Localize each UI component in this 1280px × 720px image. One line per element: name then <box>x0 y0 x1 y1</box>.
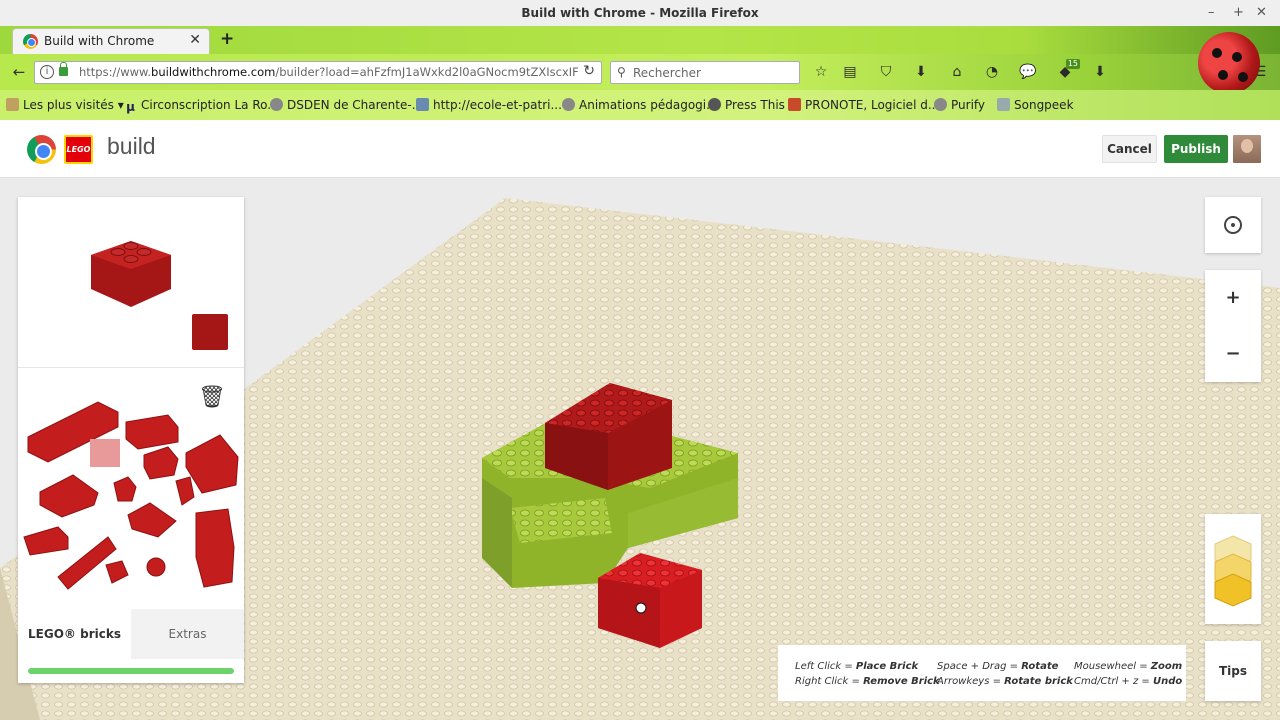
build-with-chrome-page: LEGO build Cancel Publish 🗑 LEGO® bricks… <box>0 120 1280 720</box>
avatar[interactable] <box>1233 135 1261 163</box>
brick-1x1-square <box>113 476 137 502</box>
zoom-controls: + − <box>1205 270 1261 382</box>
brick-stack-button[interactable] <box>1205 514 1261 624</box>
brick-palette[interactable] <box>18 397 244 597</box>
tab-extras[interactable]: Extras <box>131 609 244 659</box>
reading-list-icon[interactable]: ▤ <box>840 62 860 82</box>
tab-bar: Build with Chrome ✕ + <box>0 26 1280 54</box>
bookmark-item[interactable]: PRONOTE, Logiciel d... <box>788 98 939 112</box>
reload-icon[interactable]: ↻ <box>583 63 595 79</box>
brick-panel: 🗑 LEGO® bricks Extras <box>18 197 244 683</box>
bookmark-item[interactable]: http://ecole-et-patri... <box>416 98 562 112</box>
extension-badge: 15 <box>1065 59 1080 69</box>
brick-4x6 <box>195 508 235 588</box>
home-icon[interactable]: ⌂ <box>947 62 967 82</box>
chrome-logo-icon <box>27 135 56 164</box>
pronote-icon <box>788 98 801 111</box>
reset-view-icon <box>1224 216 1242 234</box>
info-icon[interactable]: i <box>40 65 54 79</box>
lock-icon <box>59 62 68 76</box>
tab-build-with-chrome[interactable]: Build with Chrome ✕ <box>12 28 210 54</box>
brick-2x2 <box>143 446 179 480</box>
tab-label: Build with Chrome <box>44 34 155 48</box>
help-column-rotate: Space + Drag = Rotate Arrowkeys = Rotate… <box>937 661 1073 687</box>
globe-icon <box>270 98 283 111</box>
zoom-out-button[interactable]: − <box>1205 326 1261 382</box>
brick-2x4 <box>125 414 179 450</box>
brick-2x3 <box>39 474 99 518</box>
new-tab-icon[interactable]: + <box>220 29 234 49</box>
hand-cursor-icon <box>635 602 647 614</box>
bookmark-item[interactable]: Animations pédagogi... <box>562 98 718 112</box>
brick-1x1-plate <box>105 560 129 584</box>
ladybug-theme-decoration <box>1198 32 1260 94</box>
chat-icon[interactable]: 💬 <box>1018 62 1038 82</box>
image-icon <box>416 98 429 111</box>
bookmarks-toolbar: Les plus visités ▾ µ Circonscription La R… <box>0 90 1280 120</box>
url-text[interactable]: https://www.buildwithchrome.com/builder?… <box>79 65 579 79</box>
app-title: build <box>107 133 156 159</box>
zoom-in-button[interactable]: + <box>1205 270 1261 326</box>
window-title: Build with Chrome - Mozilla Firefox <box>521 6 759 20</box>
cancel-button[interactable]: Cancel <box>1102 135 1157 163</box>
close-window-icon[interactable]: ✕ <box>1256 0 1267 26</box>
publish-button[interactable]: Publish <box>1164 135 1228 163</box>
progress-bar <box>28 668 234 674</box>
progress-fill <box>28 668 234 674</box>
download-arrow-icon[interactable]: ⬇ <box>911 62 931 82</box>
search-placeholder: Rechercher <box>633 66 701 80</box>
panel-tabs: LEGO® bricks Extras <box>18 609 244 659</box>
wordpress-icon <box>708 98 721 111</box>
pocket-icon[interactable]: ⛉ <box>876 62 896 82</box>
gear-icon <box>6 98 19 111</box>
bookmark-item[interactable]: Songpeek <box>997 98 1074 112</box>
search-box[interactable]: ⚲ Rechercher <box>610 61 800 84</box>
help-column-mouse: Left Click = Place Brick Right Click = R… <box>795 661 940 687</box>
color-swatch[interactable] <box>192 314 228 350</box>
help-column-zoom-undo: Mousewheel = Zoom Cmd/Ctrl + z = Undo <box>1074 661 1183 687</box>
extension-icon[interactable]: ◆ 15 <box>1055 59 1080 82</box>
bookmark-item[interactable]: DSDEN de Charente-... <box>270 98 423 112</box>
brick-plate-2x2 <box>127 502 177 538</box>
app-header: LEGO build Cancel Publish <box>0 120 1280 178</box>
bookmark-item[interactable]: Purify <box>934 98 985 112</box>
music-icon <box>997 98 1010 111</box>
bookmark-item[interactable]: Les plus visités ▾ <box>6 98 124 112</box>
tab-lego-bricks[interactable]: LEGO® bricks <box>18 609 131 659</box>
brick-stack-icon <box>1214 535 1252 607</box>
reset-view-button[interactable] <box>1205 197 1261 253</box>
bookmark-star-icon[interactable]: ☆ <box>811 62 831 82</box>
downloads-icon[interactable]: ⬇ <box>1090 62 1110 82</box>
globe-icon <box>562 98 575 111</box>
brick-1x2-round <box>175 476 195 506</box>
tips-button[interactable]: Tips <box>1205 641 1261 701</box>
minimize-icon[interactable]: – <box>1208 0 1215 26</box>
chrome-favicon-icon <box>23 34 38 49</box>
brick-2x6 <box>185 434 239 494</box>
navigation-toolbar: ← i https://www.buildwithchrome.com/buil… <box>0 32 1280 94</box>
controls-help-box: Left Click = Place Brick Right Click = R… <box>778 645 1186 701</box>
mu-icon: µ <box>126 100 135 114</box>
bookmark-item[interactable]: µ Circonscription La Ro... <box>124 98 279 114</box>
brick-1x3 <box>23 526 69 556</box>
back-icon[interactable]: ← <box>8 61 30 83</box>
search-icon: ⚲ <box>617 65 626 79</box>
tab-close-icon[interactable]: ✕ <box>189 32 201 48</box>
window-titlebar: Build with Chrome - Mozilla Firefox – + … <box>0 0 1280 26</box>
panel-divider <box>18 367 244 368</box>
address-bar[interactable]: i https://www.buildwithchrome.com/builde… <box>34 61 602 84</box>
brick-round-1x1 <box>146 557 166 577</box>
history-icon[interactable]: ◔ <box>982 62 1002 82</box>
globe-icon <box>934 98 947 111</box>
bookmark-item[interactable]: Press This <box>708 98 785 112</box>
lego-logo: LEGO <box>64 135 93 164</box>
maximize-icon[interactable]: + <box>1233 0 1244 26</box>
brick-transparent-pink <box>90 439 120 467</box>
